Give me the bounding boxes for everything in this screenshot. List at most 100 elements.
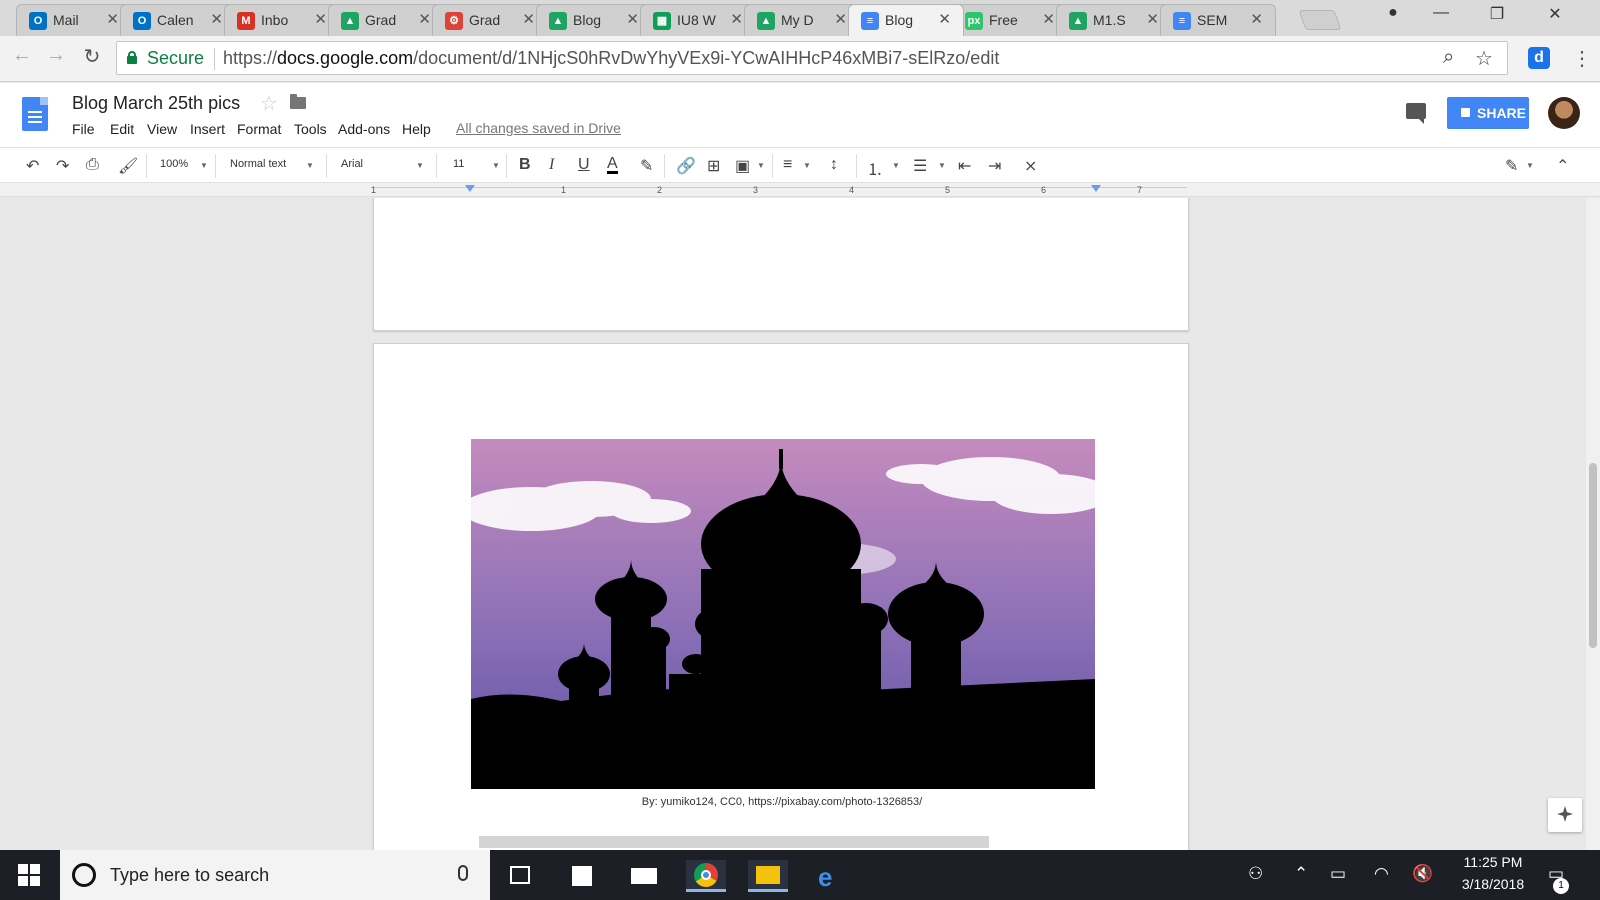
star-icon[interactable]: ☆ bbox=[260, 91, 278, 116]
zoom-icon[interactable]: ⌕ bbox=[1443, 46, 1454, 69]
show-hidden-icons-icon[interactable]: ⌃ bbox=[1294, 864, 1308, 884]
collapse-menus-icon[interactable]: ⌃ bbox=[1556, 156, 1569, 176]
volume-muted-icon[interactable]: 🔇 bbox=[1412, 864, 1433, 884]
menu-view[interactable]: View bbox=[147, 121, 177, 137]
address-bar[interactable]: Secure https://docs.google.com/document/… bbox=[116, 41, 1508, 75]
menu-addons[interactable]: Add-ons bbox=[338, 121, 390, 137]
avatar[interactable] bbox=[1548, 97, 1580, 129]
task-view-icon[interactable] bbox=[500, 860, 540, 892]
right-indent-marker[interactable] bbox=[1091, 185, 1101, 192]
file-explorer-icon[interactable] bbox=[748, 860, 788, 892]
browser-tab[interactable]: ▲ My D ✕ bbox=[744, 4, 860, 36]
insert-comment-icon[interactable]: ⊞ bbox=[707, 156, 720, 176]
redo-icon[interactable]: ↷ bbox=[56, 156, 69, 176]
editing-mode-icon[interactable]: ✎ bbox=[1505, 156, 1518, 176]
decrease-indent-icon[interactable]: ⇤ bbox=[958, 156, 971, 176]
reload-icon[interactable]: ↻ bbox=[78, 44, 106, 69]
share-button[interactable]: SHARE bbox=[1447, 97, 1529, 129]
url-text[interactable]: https://docs.google.com/document/d/1NHjc… bbox=[223, 48, 999, 69]
embedded-screenshot-thumbnail[interactable] bbox=[479, 836, 989, 848]
palace-silhouette-image[interactable] bbox=[471, 439, 1095, 789]
tab-close-icon[interactable]: ✕ bbox=[1042, 10, 1055, 28]
menu-file[interactable]: File bbox=[72, 121, 95, 137]
browser-tab[interactable]: ▦ IU8 W ✕ bbox=[640, 4, 756, 36]
numbered-list-icon[interactable]: ⒈ bbox=[867, 156, 883, 180]
menu-help[interactable]: Help bbox=[402, 121, 431, 137]
forward-icon[interactable]: → bbox=[42, 44, 70, 67]
microphone-icon[interactable] bbox=[458, 865, 468, 881]
chrome-menu-icon[interactable]: ⋮ bbox=[1572, 46, 1592, 71]
chrome-icon[interactable] bbox=[686, 860, 726, 892]
browser-tab[interactable]: ▲ M1.S ✕ bbox=[1056, 4, 1172, 36]
menu-insert[interactable]: Insert bbox=[190, 121, 225, 137]
tab-close-icon[interactable]: ✕ bbox=[314, 10, 327, 28]
browser-tab[interactable]: ▲ Grad ✕ bbox=[328, 4, 444, 36]
mail-icon[interactable] bbox=[624, 860, 664, 892]
clock-time[interactable]: 11:25 PM bbox=[1438, 854, 1548, 870]
font-select[interactable]: Arial bbox=[341, 158, 363, 170]
left-indent-marker[interactable] bbox=[465, 185, 475, 192]
bookmark-star-icon[interactable]: ☆ bbox=[1475, 46, 1493, 71]
tab-close-icon[interactable]: ✕ bbox=[1250, 10, 1263, 28]
font-size-select[interactable]: 11 bbox=[453, 158, 464, 170]
insert-image-icon[interactable]: ▣ bbox=[735, 156, 750, 176]
menu-tools[interactable]: Tools bbox=[294, 121, 327, 137]
tab-close-icon[interactable]: ✕ bbox=[834, 10, 847, 28]
text-color-icon[interactable]: A bbox=[607, 156, 618, 174]
document-title[interactable]: Blog March 25th pics bbox=[72, 93, 240, 114]
docs-logo-icon[interactable] bbox=[22, 97, 48, 131]
minimize-icon[interactable]: — bbox=[1426, 4, 1456, 22]
bulleted-list-icon[interactable]: ☰ bbox=[913, 156, 927, 176]
undo-icon[interactable]: ↶ bbox=[26, 156, 39, 176]
browser-tab[interactable]: ≡ Blog ✕ bbox=[848, 4, 964, 36]
people-icon[interactable]: ⚇ bbox=[1248, 864, 1263, 884]
edge-icon[interactable]: e bbox=[810, 860, 850, 892]
tab-close-icon[interactable]: ✕ bbox=[210, 10, 223, 28]
increase-indent-icon[interactable]: ⇥ bbox=[988, 156, 1001, 176]
ruler[interactable]: 1 1 2 3 4 5 6 7 bbox=[0, 183, 1600, 197]
tab-close-icon[interactable]: ✕ bbox=[418, 10, 431, 28]
line-spacing-icon[interactable]: ↕ bbox=[830, 156, 838, 174]
new-tab-button[interactable] bbox=[1298, 10, 1342, 30]
browser-tab[interactable]: ▲ Blog ✕ bbox=[536, 4, 652, 36]
tab-close-icon[interactable]: ✕ bbox=[1146, 10, 1159, 28]
close-window-icon[interactable]: ✕ bbox=[1540, 4, 1570, 24]
underline-icon[interactable]: U bbox=[578, 156, 590, 174]
menu-format[interactable]: Format bbox=[237, 121, 281, 137]
folder-icon[interactable] bbox=[290, 94, 306, 109]
page[interactable]: By: yumiko124, CC0, https://pixabay.com/… bbox=[373, 343, 1189, 850]
document-canvas[interactable]: By: yumiko124, CC0, https://pixabay.com/… bbox=[0, 198, 1600, 850]
clock-date[interactable]: 3/18/2018 bbox=[1438, 876, 1548, 892]
tab-close-icon[interactable]: ✕ bbox=[938, 10, 951, 28]
browser-tab[interactable]: O Mail ✕ bbox=[16, 4, 132, 36]
clear-formatting-icon[interactable]: ⨯ bbox=[1024, 156, 1037, 176]
extension-d-icon[interactable]: d bbox=[1528, 47, 1550, 69]
vertical-scrollbar[interactable] bbox=[1586, 198, 1600, 850]
tab-close-icon[interactable]: ✕ bbox=[522, 10, 535, 28]
browser-tab[interactable]: px Free ✕ bbox=[952, 4, 1068, 36]
page[interactable] bbox=[373, 198, 1189, 331]
menu-edit[interactable]: Edit bbox=[110, 121, 134, 137]
align-icon[interactable]: ≡ bbox=[783, 156, 792, 174]
taskbar-search-box[interactable]: Type here to search bbox=[60, 850, 490, 900]
style-select[interactable]: Normal text bbox=[230, 158, 286, 170]
browser-tab[interactable]: ⚙ Grad ✕ bbox=[432, 4, 548, 36]
browser-tab[interactable]: ≡ SEM ✕ bbox=[1160, 4, 1276, 36]
profile-icon[interactable]: ● bbox=[1378, 4, 1408, 22]
tab-close-icon[interactable]: ✕ bbox=[730, 10, 743, 28]
store-icon[interactable] bbox=[562, 860, 602, 892]
restore-icon[interactable]: ❐ bbox=[1482, 4, 1512, 24]
wifi-icon[interactable]: ◠ bbox=[1374, 864, 1389, 884]
save-status[interactable]: All changes saved in Drive bbox=[456, 120, 621, 136]
link-icon[interactable]: 🔗 bbox=[676, 156, 696, 176]
tab-close-icon[interactable]: ✕ bbox=[626, 10, 639, 28]
browser-tab[interactable]: M Inbo ✕ bbox=[224, 4, 340, 36]
bold-icon[interactable]: B bbox=[519, 156, 531, 174]
comments-icon[interactable] bbox=[1406, 103, 1426, 124]
battery-icon[interactable]: ▭ bbox=[1330, 864, 1346, 884]
scrollbar-thumb[interactable] bbox=[1589, 463, 1597, 648]
zoom-select[interactable]: 100% bbox=[160, 158, 188, 170]
image-caption[interactable]: By: yumiko124, CC0, https://pixabay.com/… bbox=[374, 796, 1190, 808]
browser-tab[interactable]: O Calen ✕ bbox=[120, 4, 236, 36]
highlight-icon[interactable]: ✎ bbox=[640, 156, 653, 176]
